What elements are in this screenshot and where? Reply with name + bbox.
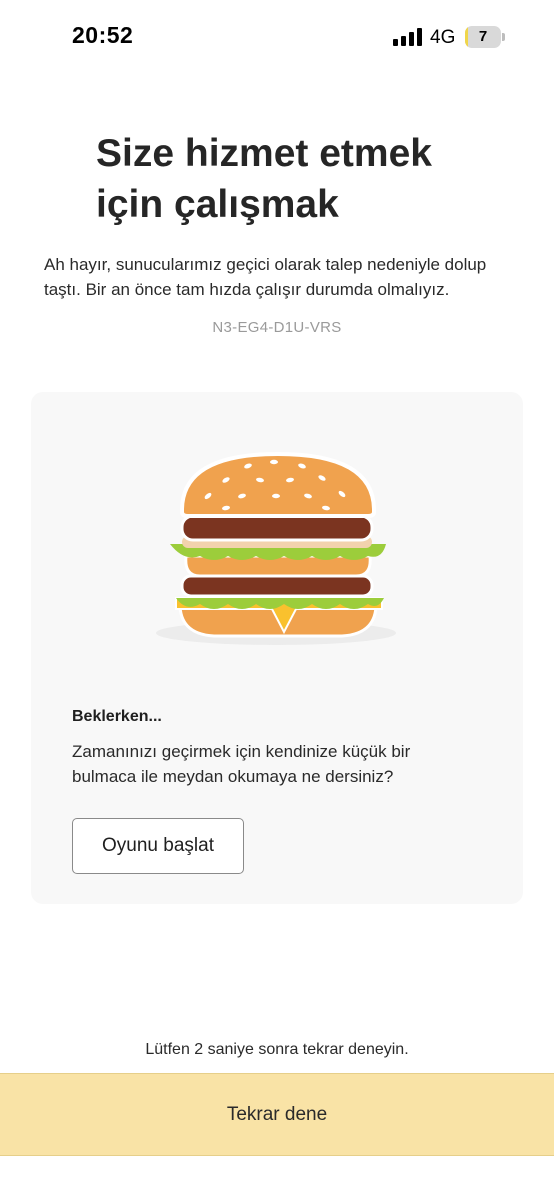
card-text: Zamanınızı geçirmek için kendinize küçük… (72, 742, 411, 786)
status-bar: 20:52 4G 7 (0, 0, 554, 76)
error-description: Ah hayır, sunucularımız geçici olarak ta… (44, 255, 487, 299)
burger-illustration (156, 452, 396, 645)
error-code: N3-EG4-D1U-VRS (212, 319, 342, 336)
battery-tip (502, 33, 505, 41)
battery-icon: 7 (465, 26, 501, 48)
page-title: Size hizmet etmek için çalışmak (96, 128, 496, 230)
page-title-line-1: Size hizmet etmek (96, 132, 432, 175)
status-time: 20:52 (72, 22, 134, 48)
retry-button[interactable]: Tekrar dene (0, 1073, 554, 1156)
waiting-card: Beklerken... Zamanınızı geçirmek için ke… (31, 392, 523, 904)
cellular-signal-icon (393, 28, 423, 46)
page-title-line-2: için çalışmak (96, 183, 339, 226)
card-heading: Beklerken... (72, 708, 162, 725)
retry-message: Lütfen 2 saniye sonra tekrar deneyin. (145, 1041, 409, 1058)
start-game-button[interactable]: Oyunu başlat (72, 818, 244, 874)
battery-level: 7 (478, 28, 488, 45)
network-type: 4G (430, 27, 456, 48)
